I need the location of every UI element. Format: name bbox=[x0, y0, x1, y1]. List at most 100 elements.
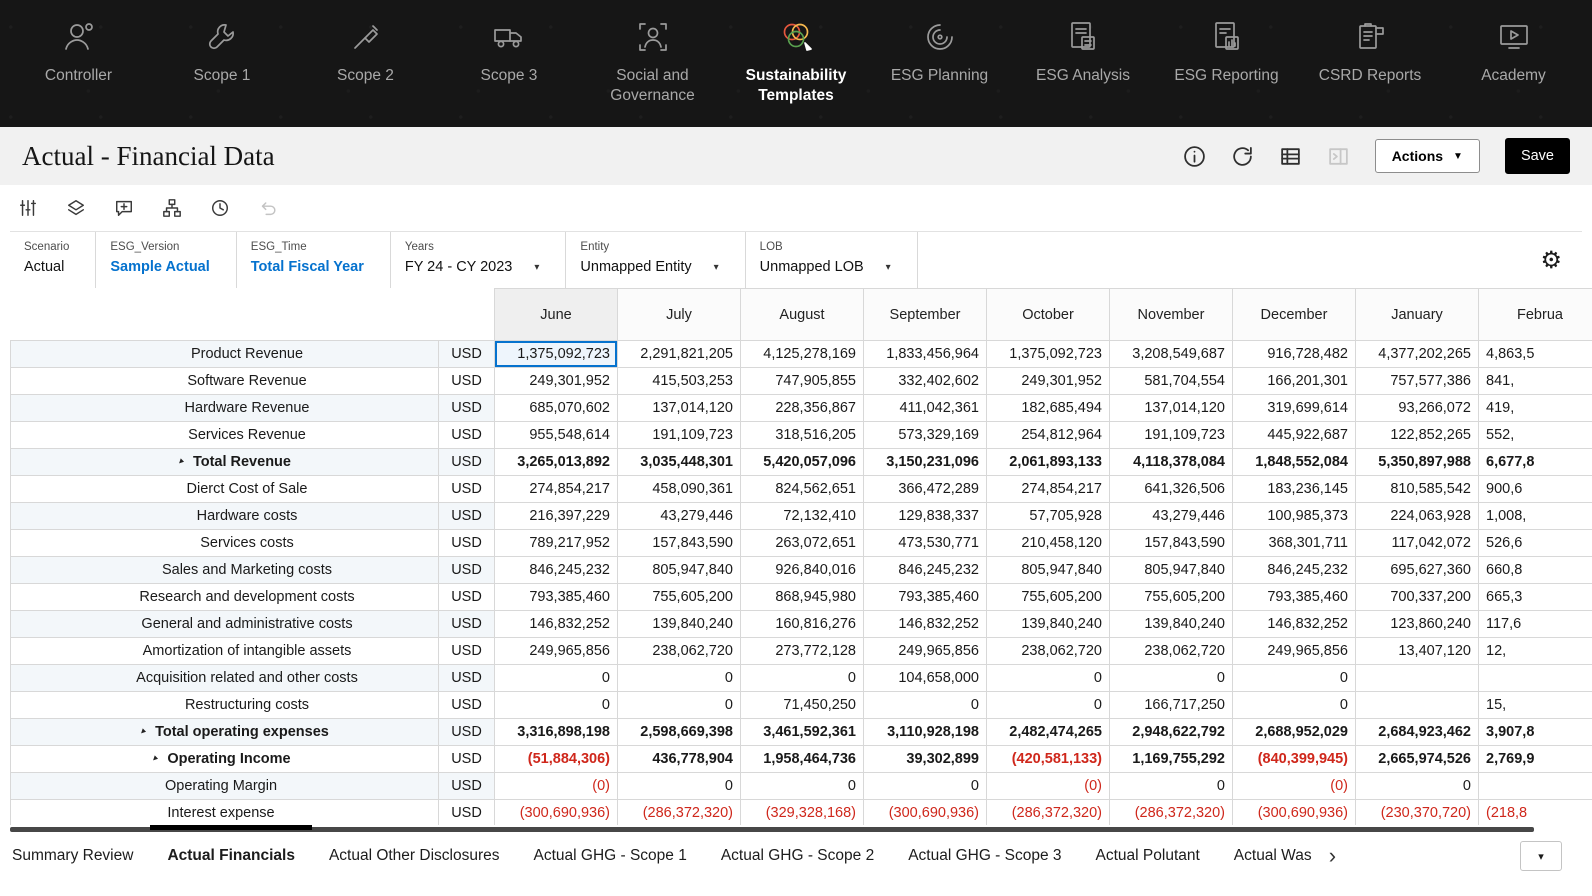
row-header-product-revenue[interactable]: Product Revenue bbox=[10, 340, 439, 368]
tab-actual-financials[interactable]: Actual Financials bbox=[150, 825, 313, 880]
grid-cell[interactable]: 805,947,840 bbox=[1109, 556, 1233, 584]
grid-cell[interactable]: 249,965,856 bbox=[494, 637, 618, 665]
history-icon[interactable] bbox=[210, 198, 230, 218]
grid-cell[interactable]: (300,690,936) bbox=[494, 799, 618, 825]
grid-cell[interactable]: 700,337,200 bbox=[1355, 583, 1479, 611]
chevron-down-icon[interactable]: ▾ bbox=[714, 262, 719, 273]
grid-cell[interactable]: 4,125,278,169 bbox=[740, 340, 864, 368]
grid-cell[interactable]: 841, bbox=[1478, 367, 1592, 395]
row-header-general-and-administrative-costs[interactable]: General and administrative costs bbox=[10, 610, 439, 638]
grid-cell[interactable]: 0 bbox=[740, 664, 864, 692]
grid-cell[interactable]: 793,385,460 bbox=[494, 583, 618, 611]
row-header-operating-margin[interactable]: Operating Margin bbox=[10, 772, 439, 800]
row-header-amortization-of-intangible-assets[interactable]: Amortization of intangible assets bbox=[10, 637, 439, 665]
grid-cell[interactable]: 824,562,651 bbox=[740, 475, 864, 503]
column-header-june[interactable]: June bbox=[494, 288, 618, 341]
nav-item-csrd-reports[interactable]: CSRD Reports bbox=[1301, 14, 1439, 127]
grid-cell[interactable]: 0 bbox=[1109, 772, 1233, 800]
member-list-icon[interactable] bbox=[1279, 145, 1302, 168]
grid-cell[interactable]: 39,302,899 bbox=[863, 745, 987, 773]
grid-cell[interactable]: 43,279,446 bbox=[1109, 502, 1233, 530]
pov-member-value[interactable]: Unmapped LOB ▾ bbox=[760, 259, 891, 275]
grid-cell[interactable]: 274,854,217 bbox=[986, 475, 1110, 503]
pov-years[interactable]: Years FY 24 - CY 2023 ▾ bbox=[391, 232, 567, 288]
pov-member-value[interactable]: Unmapped Entity ▾ bbox=[580, 259, 718, 275]
grid-cell[interactable]: 273,772,128 bbox=[740, 637, 864, 665]
grid-cell[interactable]: 755,605,200 bbox=[986, 583, 1110, 611]
grid-cell[interactable]: 955,548,614 bbox=[494, 421, 618, 449]
row-header-hardware-revenue[interactable]: Hardware Revenue bbox=[10, 394, 439, 422]
grid-cell[interactable]: 238,062,720 bbox=[986, 637, 1110, 665]
tab-actual-was[interactable]: Actual Was bbox=[1217, 832, 1321, 880]
grid-cell[interactable]: 182,685,494 bbox=[986, 394, 1110, 422]
row-header-total-operating-expenses[interactable]: ▼ Total operating expenses bbox=[10, 718, 439, 746]
grid-cell[interactable]: 12, bbox=[1478, 637, 1592, 665]
grid-cell[interactable]: 71,450,250 bbox=[740, 691, 864, 719]
collapse-triangle-icon[interactable]: ▼ bbox=[137, 726, 149, 738]
grid-cell[interactable]: (300,690,936) bbox=[1232, 799, 1356, 825]
grid-cell[interactable]: 224,063,928 bbox=[1355, 502, 1479, 530]
grid-cell[interactable]: 139,840,240 bbox=[986, 610, 1110, 638]
grid-cell[interactable]: 846,245,232 bbox=[863, 556, 987, 584]
grid-cell[interactable]: 755,605,200 bbox=[617, 583, 741, 611]
grid-cell[interactable]: 368,301,711 bbox=[1232, 529, 1356, 557]
grid-cell[interactable]: (300,690,936) bbox=[863, 799, 987, 825]
tab-scroll-right-icon[interactable]: › bbox=[1321, 843, 1344, 869]
grid-cell[interactable]: 57,705,928 bbox=[986, 502, 1110, 530]
grid-cell[interactable]: 254,812,964 bbox=[986, 421, 1110, 449]
grid-cell[interactable]: 3,316,898,198 bbox=[494, 718, 618, 746]
grid-cell[interactable]: 117,6 bbox=[1478, 610, 1592, 638]
grid-cell[interactable]: 0 bbox=[986, 691, 1110, 719]
row-header-software-revenue[interactable]: Software Revenue bbox=[10, 367, 439, 395]
actions-button[interactable]: Actions ▼ bbox=[1374, 139, 1480, 173]
grid-cell[interactable]: 129,838,337 bbox=[863, 502, 987, 530]
grid-cell[interactable]: 249,301,952 bbox=[986, 367, 1110, 395]
grid-cell[interactable]: 332,402,602 bbox=[863, 367, 987, 395]
grid-cell[interactable]: 0 bbox=[617, 772, 741, 800]
grid-cell[interactable]: 805,947,840 bbox=[986, 556, 1110, 584]
grid-cell[interactable]: 249,965,856 bbox=[1232, 637, 1356, 665]
grid-cell[interactable]: 695,627,360 bbox=[1355, 556, 1479, 584]
pov-member-value[interactable]: Total Fiscal Year bbox=[251, 259, 364, 275]
grid-cell[interactable]: 4,863,5 bbox=[1478, 340, 1592, 368]
grid-cell[interactable]: 900,6 bbox=[1478, 475, 1592, 503]
grid-cell[interactable]: 100,985,373 bbox=[1232, 502, 1356, 530]
row-header-interest-expense[interactable]: Interest expense bbox=[10, 799, 439, 825]
grid-cell[interactable]: 2,482,474,265 bbox=[986, 718, 1110, 746]
grid-cell[interactable]: 789,217,952 bbox=[494, 529, 618, 557]
grid-cell[interactable]: 3,265,013,892 bbox=[494, 448, 618, 476]
grid-cell[interactable]: 2,061,893,133 bbox=[986, 448, 1110, 476]
column-header-februa[interactable]: Februa bbox=[1478, 288, 1592, 341]
grid-cell[interactable]: 1,958,464,736 bbox=[740, 745, 864, 773]
grid-cell[interactable]: (329,328,168) bbox=[740, 799, 864, 825]
pov-member-value[interactable]: FY 24 - CY 2023 ▾ bbox=[405, 259, 540, 275]
grid-cell[interactable]: 15, bbox=[1478, 691, 1592, 719]
nav-item-social-and-governance[interactable]: Social and Governance bbox=[584, 14, 722, 127]
pov-scenario[interactable]: Scenario Actual bbox=[10, 232, 97, 288]
grid-cell[interactable]: 0 bbox=[740, 772, 864, 800]
grid-cell[interactable]: 0 bbox=[986, 664, 1110, 692]
grid-cell[interactable]: 757,577,386 bbox=[1355, 367, 1479, 395]
grid-cell[interactable]: 0 bbox=[863, 691, 987, 719]
grid-cell[interactable]: (286,372,320) bbox=[1109, 799, 1233, 825]
grid-cell[interactable]: 926,840,016 bbox=[740, 556, 864, 584]
nav-item-scope-2[interactable]: Scope 2 bbox=[297, 14, 435, 127]
grid-cell[interactable]: 146,832,252 bbox=[863, 610, 987, 638]
grid-cell[interactable]: 846,245,232 bbox=[494, 556, 618, 584]
grid-cell[interactable]: 0 bbox=[1232, 691, 1356, 719]
grid-cell[interactable]: 146,832,252 bbox=[494, 610, 618, 638]
column-header-december[interactable]: December bbox=[1232, 288, 1356, 341]
grid-cell[interactable]: 366,472,289 bbox=[863, 475, 987, 503]
grid-cell[interactable]: 685,070,602 bbox=[494, 394, 618, 422]
grid-cell[interactable]: 43,279,446 bbox=[617, 502, 741, 530]
grid-cell[interactable]: 1,169,755,292 bbox=[1109, 745, 1233, 773]
tab-actual-ghg-scope-1[interactable]: Actual GHG - Scope 1 bbox=[517, 832, 704, 880]
grid-cell[interactable]: 93,266,072 bbox=[1355, 394, 1479, 422]
grid-cell[interactable]: 274,854,217 bbox=[494, 475, 618, 503]
grid-cell[interactable]: 419, bbox=[1478, 394, 1592, 422]
chevron-down-icon[interactable]: ▾ bbox=[534, 262, 539, 273]
grid-cell[interactable]: 1,375,092,723 bbox=[494, 340, 618, 368]
grid-cell[interactable]: 0 bbox=[617, 691, 741, 719]
grid-cell[interactable]: (218,8 bbox=[1478, 799, 1592, 825]
nav-item-esg-reporting[interactable]: ESG Reporting bbox=[1158, 14, 1296, 127]
